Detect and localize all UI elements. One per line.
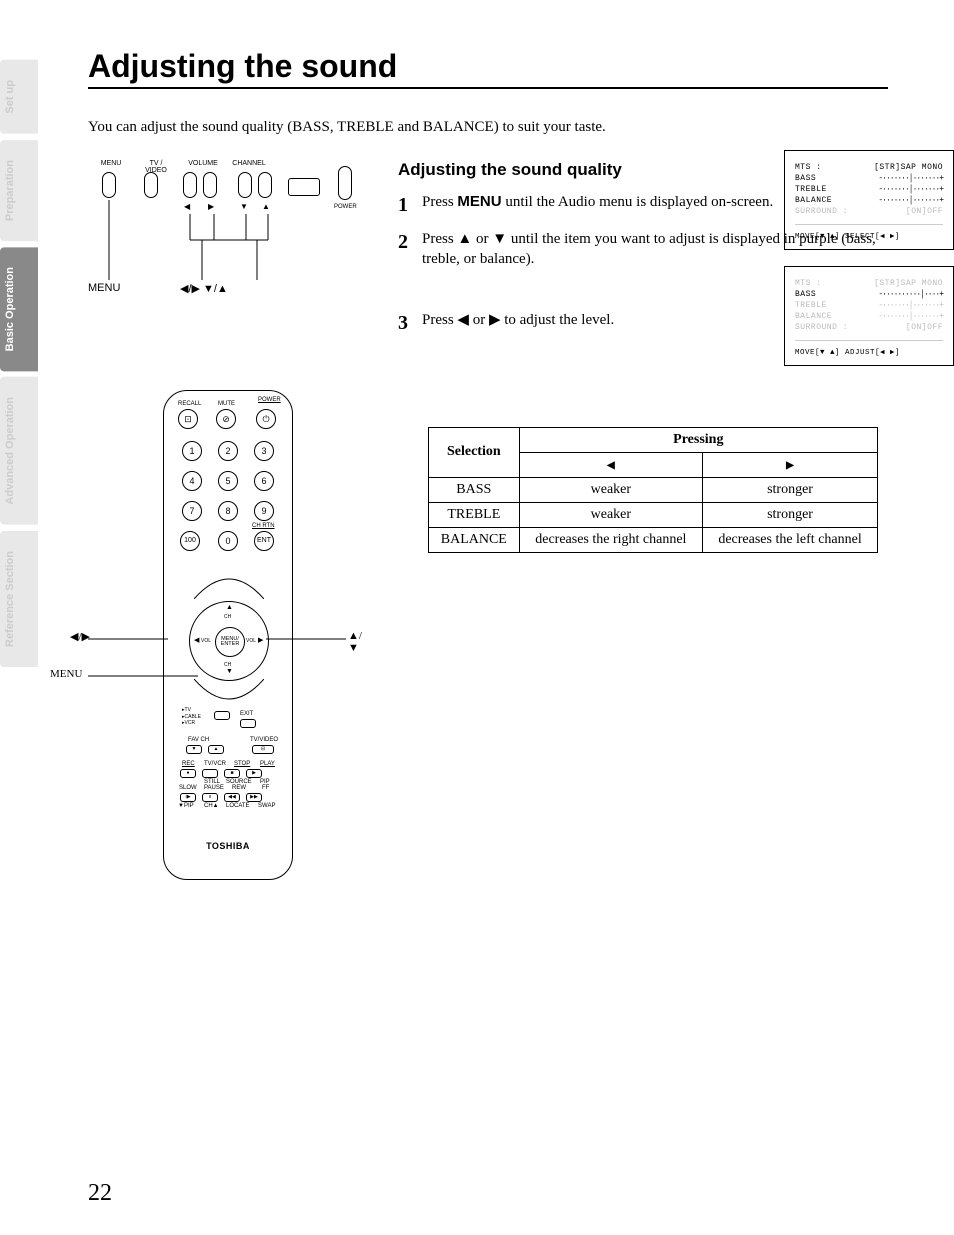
osd-screen-1: MTS :[STR]SAP MONO BASS-·······│·······+… xyxy=(784,150,954,250)
remote-label-mute: MUTE xyxy=(218,401,235,407)
th-pressing: Pressing xyxy=(519,427,877,452)
tv-callout-arrows: ◀/▶ ▼/▲ xyxy=(180,282,228,295)
tab-advanced-operation: Advanced Operation xyxy=(0,377,38,525)
digit-5: 5 xyxy=(218,471,238,491)
recall-button: ⊡ xyxy=(178,409,198,429)
stop-button: ■ xyxy=(224,769,240,778)
tab-reference-section: Reference Section xyxy=(0,531,38,667)
dpad: ▲ ▼ ◀ ▶ CH CH VOL VOL MENU/ ENTER xyxy=(189,601,269,681)
step-number: 3 xyxy=(398,310,412,337)
osd-footer: MOVE[▼ ▲] ADJUST[◀ ▶] xyxy=(795,340,943,357)
remote-callout-menu: MENU xyxy=(50,668,82,680)
table-row: BASSweakerstronger xyxy=(429,477,878,502)
page-number: 22 xyxy=(88,1180,112,1207)
step-number: 2 xyxy=(398,229,412,256)
th-left-arrow: ◀ xyxy=(519,452,702,477)
remote-diagram: RECALL MUTE POWER ⊡ ⊘ ⏻ 1 2 3 4 5 6 7 8 … xyxy=(163,390,293,880)
ent-button: ENT xyxy=(254,531,274,551)
favch-up: ▲ xyxy=(208,745,224,754)
page-title: Adjusting the sound xyxy=(88,48,888,89)
digit-1: 1 xyxy=(182,441,202,461)
remote-brand: TOSHIBA xyxy=(164,841,292,851)
digit-7: 7 xyxy=(182,501,202,521)
mute-button: ⊘ xyxy=(216,409,236,429)
digit-6: 6 xyxy=(254,471,274,491)
dpad-left-label: VOL xyxy=(201,638,211,644)
selection-table: Selection Pressing ◀ ▶ BASSweakerstronge… xyxy=(428,427,878,553)
tv-panel-diagram: MENU TV / VIDEO VOLUME CHANNEL POWER ◀ ▶… xyxy=(88,160,368,300)
digit-0: 0 xyxy=(218,531,238,551)
digit-2: 2 xyxy=(218,441,238,461)
step-number: 1 xyxy=(398,192,412,219)
digit-4: 4 xyxy=(182,471,202,491)
ff-button: ▶▶ xyxy=(246,793,262,802)
remote-label-chrtn: CH RTN xyxy=(252,523,275,529)
exit-button xyxy=(240,719,256,728)
power-button: ⏻ xyxy=(256,409,276,429)
osd-footer: MOVE[▼ ▲] SELECT[◀ ▶] xyxy=(795,224,943,241)
source-switch: ▸TV▸CABLE▸VCR xyxy=(182,707,201,727)
tv-panel-lines xyxy=(88,160,368,300)
rew-button: ◀◀ xyxy=(224,793,240,802)
slow-button: ı▶ xyxy=(180,793,196,802)
pause-button: ıı xyxy=(202,793,218,802)
digit-3: 3 xyxy=(254,441,274,461)
remote-label-recall: RECALL xyxy=(178,401,201,407)
digit-9: 9 xyxy=(254,501,274,521)
osd-screen-2: MTS :[STR]SAP MONO BASS-··········│····+… xyxy=(784,266,954,366)
rec-button: ● xyxy=(180,769,196,778)
tab-basic-operation: Basic Operation xyxy=(0,247,38,371)
remote-callout-ud: ▲/▼ xyxy=(348,630,362,654)
th-selection: Selection xyxy=(429,427,520,477)
dpad-up-label: CH xyxy=(224,614,231,620)
menu-enter-button: MENU/ ENTER xyxy=(215,627,245,657)
remote-diagram-wrap: RECALL MUTE POWER ⊡ ⊘ ⏻ 1 2 3 4 5 6 7 8 … xyxy=(98,390,358,880)
table-row: TREBLEweakerstronger xyxy=(429,502,878,527)
digit-100: 100 xyxy=(180,531,200,551)
play-button: ▶ xyxy=(246,769,262,778)
tvvcr-button xyxy=(202,769,218,778)
tv-callout-menu: MENU xyxy=(88,282,120,294)
side-nav-tabs: Set up Preparation Basic Operation Advan… xyxy=(0,60,38,667)
tab-preparation: Preparation xyxy=(0,140,38,241)
remote-callout-lr: ◀/▶ xyxy=(70,630,90,643)
dpad-down-label: CH xyxy=(224,662,231,668)
remote-label-power: POWER xyxy=(258,397,281,403)
dpad-right-label: VOL xyxy=(246,638,256,644)
tab-setup: Set up xyxy=(0,60,38,134)
tvvideo-button: ⊟ xyxy=(252,745,274,754)
switch-button xyxy=(214,711,230,720)
favch-down: ▼ xyxy=(186,745,202,754)
table-row: BALANCEdecreases the right channeldecrea… xyxy=(429,527,878,552)
th-right-arrow: ▶ xyxy=(703,452,878,477)
digit-8: 8 xyxy=(218,501,238,521)
intro-text: You can adjust the sound quality (BASS, … xyxy=(88,119,888,136)
